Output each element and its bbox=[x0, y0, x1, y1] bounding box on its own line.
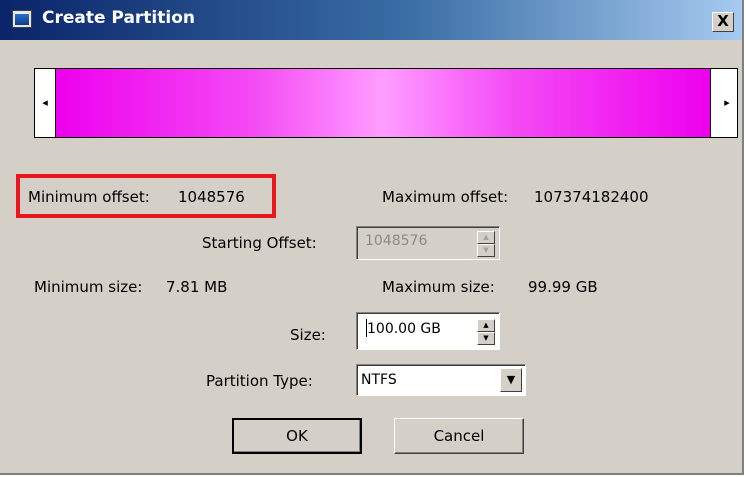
spin-up-icon: ▲ bbox=[477, 231, 495, 244]
partition-bar-fill[interactable] bbox=[55, 69, 711, 137]
chevron-down-icon[interactable]: ▼ bbox=[500, 368, 522, 392]
title-bar[interactable]: Create Partition X bbox=[0, 0, 742, 40]
size-field[interactable]: 100.00 GB ▲ ▼ bbox=[356, 312, 500, 350]
starting-offset-stepper: ▲ ▼ bbox=[477, 231, 495, 257]
starting-offset-value: 1048576 bbox=[365, 233, 428, 249]
max-offset-label: Maximum offset: bbox=[382, 188, 509, 206]
partition-type-selected: NTFS bbox=[361, 372, 397, 388]
partition-bar[interactable]: ◂ ▸ bbox=[34, 68, 738, 138]
max-size-value: 99.99 GB bbox=[528, 278, 598, 296]
size-label: Size: bbox=[290, 326, 326, 344]
cancel-button[interactable]: Cancel bbox=[394, 418, 524, 454]
scroll-right-arrow-icon[interactable]: ▸ bbox=[717, 69, 737, 137]
size-value[interactable]: 100.00 GB bbox=[367, 321, 441, 337]
min-size-value: 7.81 MB bbox=[166, 278, 228, 296]
ok-button[interactable]: OK bbox=[232, 418, 362, 454]
max-size-label: Maximum size: bbox=[382, 278, 495, 296]
window-icon bbox=[12, 10, 32, 28]
max-offset-value: 107374182400 bbox=[534, 188, 649, 206]
close-button[interactable]: X bbox=[712, 12, 734, 32]
spin-down-icon: ▼ bbox=[477, 244, 495, 257]
scroll-left-arrow-icon[interactable]: ◂ bbox=[35, 69, 55, 137]
size-stepper[interactable]: ▲ ▼ bbox=[477, 319, 495, 345]
starting-offset-field: 1048576 ▲ ▼ bbox=[356, 226, 500, 260]
dialog-title: Create Partition bbox=[42, 8, 195, 28]
starting-offset-label: Starting Offset: bbox=[202, 234, 317, 252]
spin-down-icon[interactable]: ▼ bbox=[477, 332, 495, 345]
partition-type-label: Partition Type: bbox=[206, 372, 313, 390]
min-offset-value: 1048576 bbox=[178, 188, 245, 206]
spin-up-icon[interactable]: ▲ bbox=[477, 319, 495, 332]
partition-type-dropdown[interactable]: NTFS ▼ bbox=[356, 364, 526, 396]
min-size-label: Minimum size: bbox=[34, 278, 143, 296]
min-offset-label: Minimum offset: bbox=[28, 188, 150, 206]
create-partition-dialog: Create Partition X ◂ ▸ Minimum offset: 1… bbox=[0, 0, 744, 475]
